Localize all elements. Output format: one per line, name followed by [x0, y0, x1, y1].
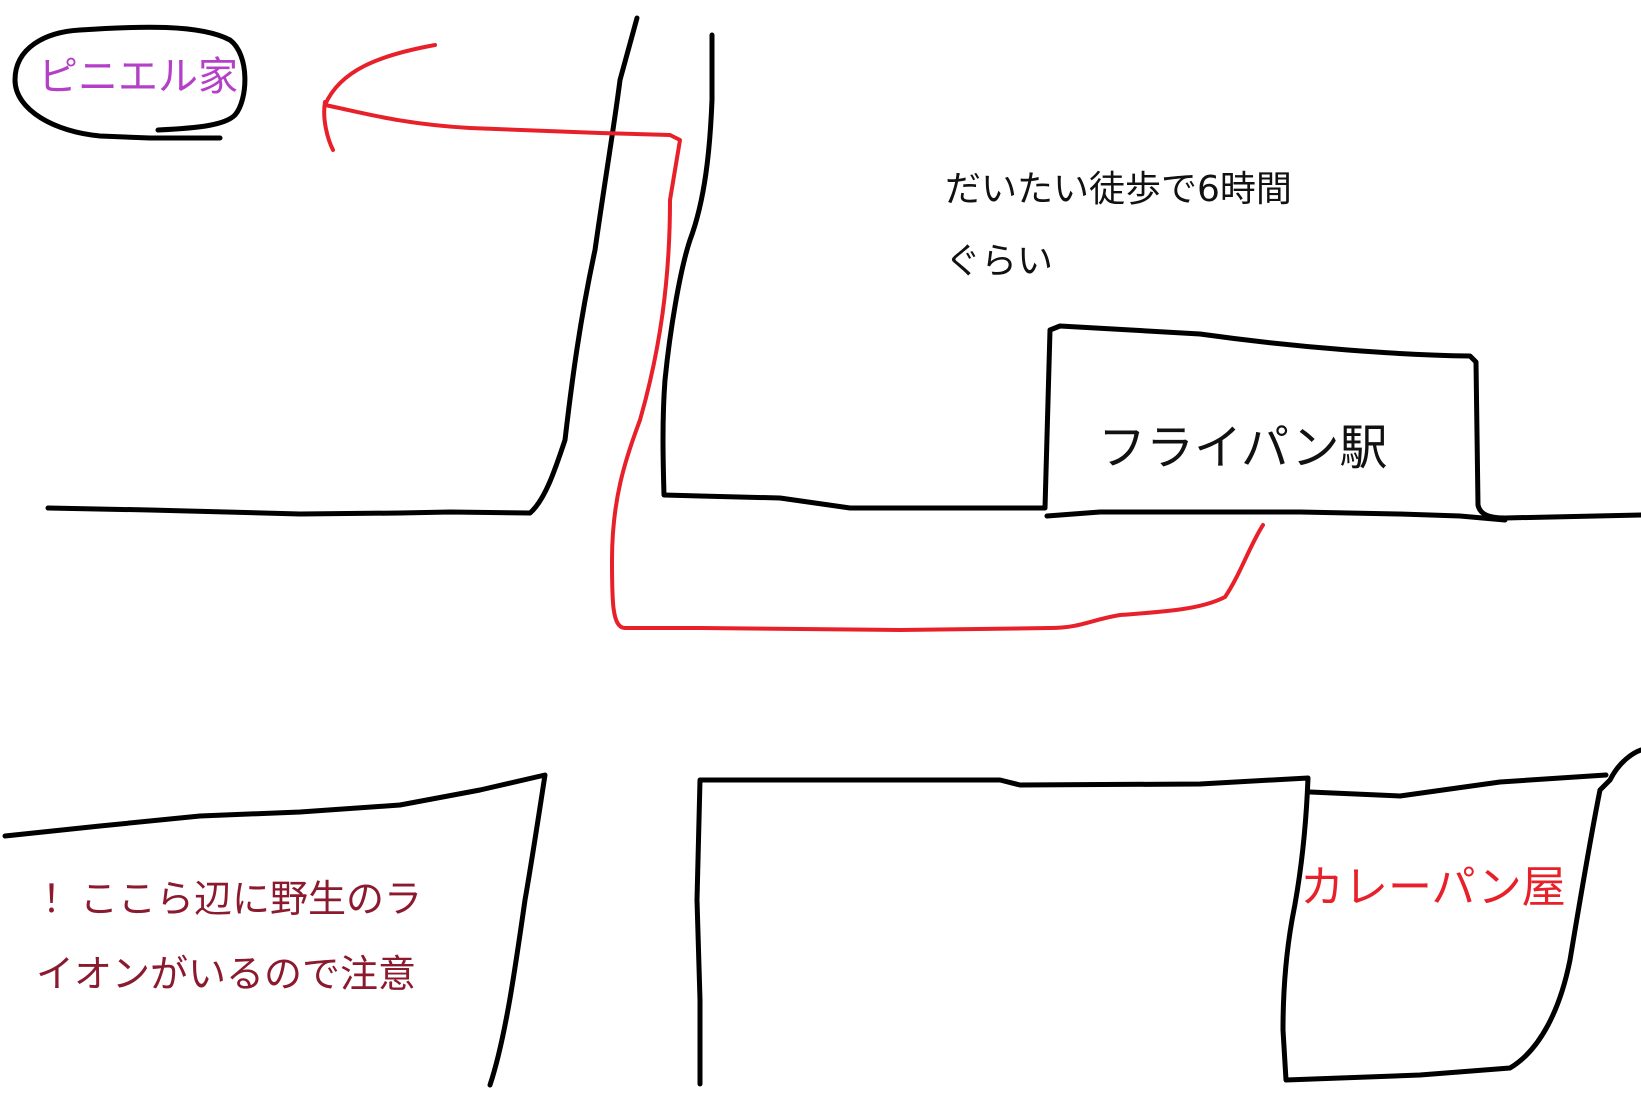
- lion-warning-line1: ！ここら辺に野生のラ: [42, 877, 423, 921]
- road-lower-left: [2, 772, 548, 1088]
- road-lower-middle: [694, 747, 1641, 1087]
- curry-shop-top-edge: [1307, 772, 1609, 799]
- walking-route: [323, 43, 1265, 632]
- home-label: ピニエル家: [38, 54, 238, 100]
- hand-drawn-map: [2, 15, 1641, 1088]
- curry-bread-shop-label: カレーパン屋: [1300, 862, 1566, 913]
- station-label: フライパン駅: [1098, 420, 1388, 476]
- travel-time-label-line1: だいたい徒歩で6時間: [945, 169, 1292, 210]
- walking-route-arrowhead: [322, 100, 335, 152]
- station-bottom-edge: [1044, 509, 1508, 523]
- lion-warning-line2: イオンがいるので注意: [36, 952, 417, 996]
- travel-time-label-line2: ぐらい: [945, 241, 1054, 282]
